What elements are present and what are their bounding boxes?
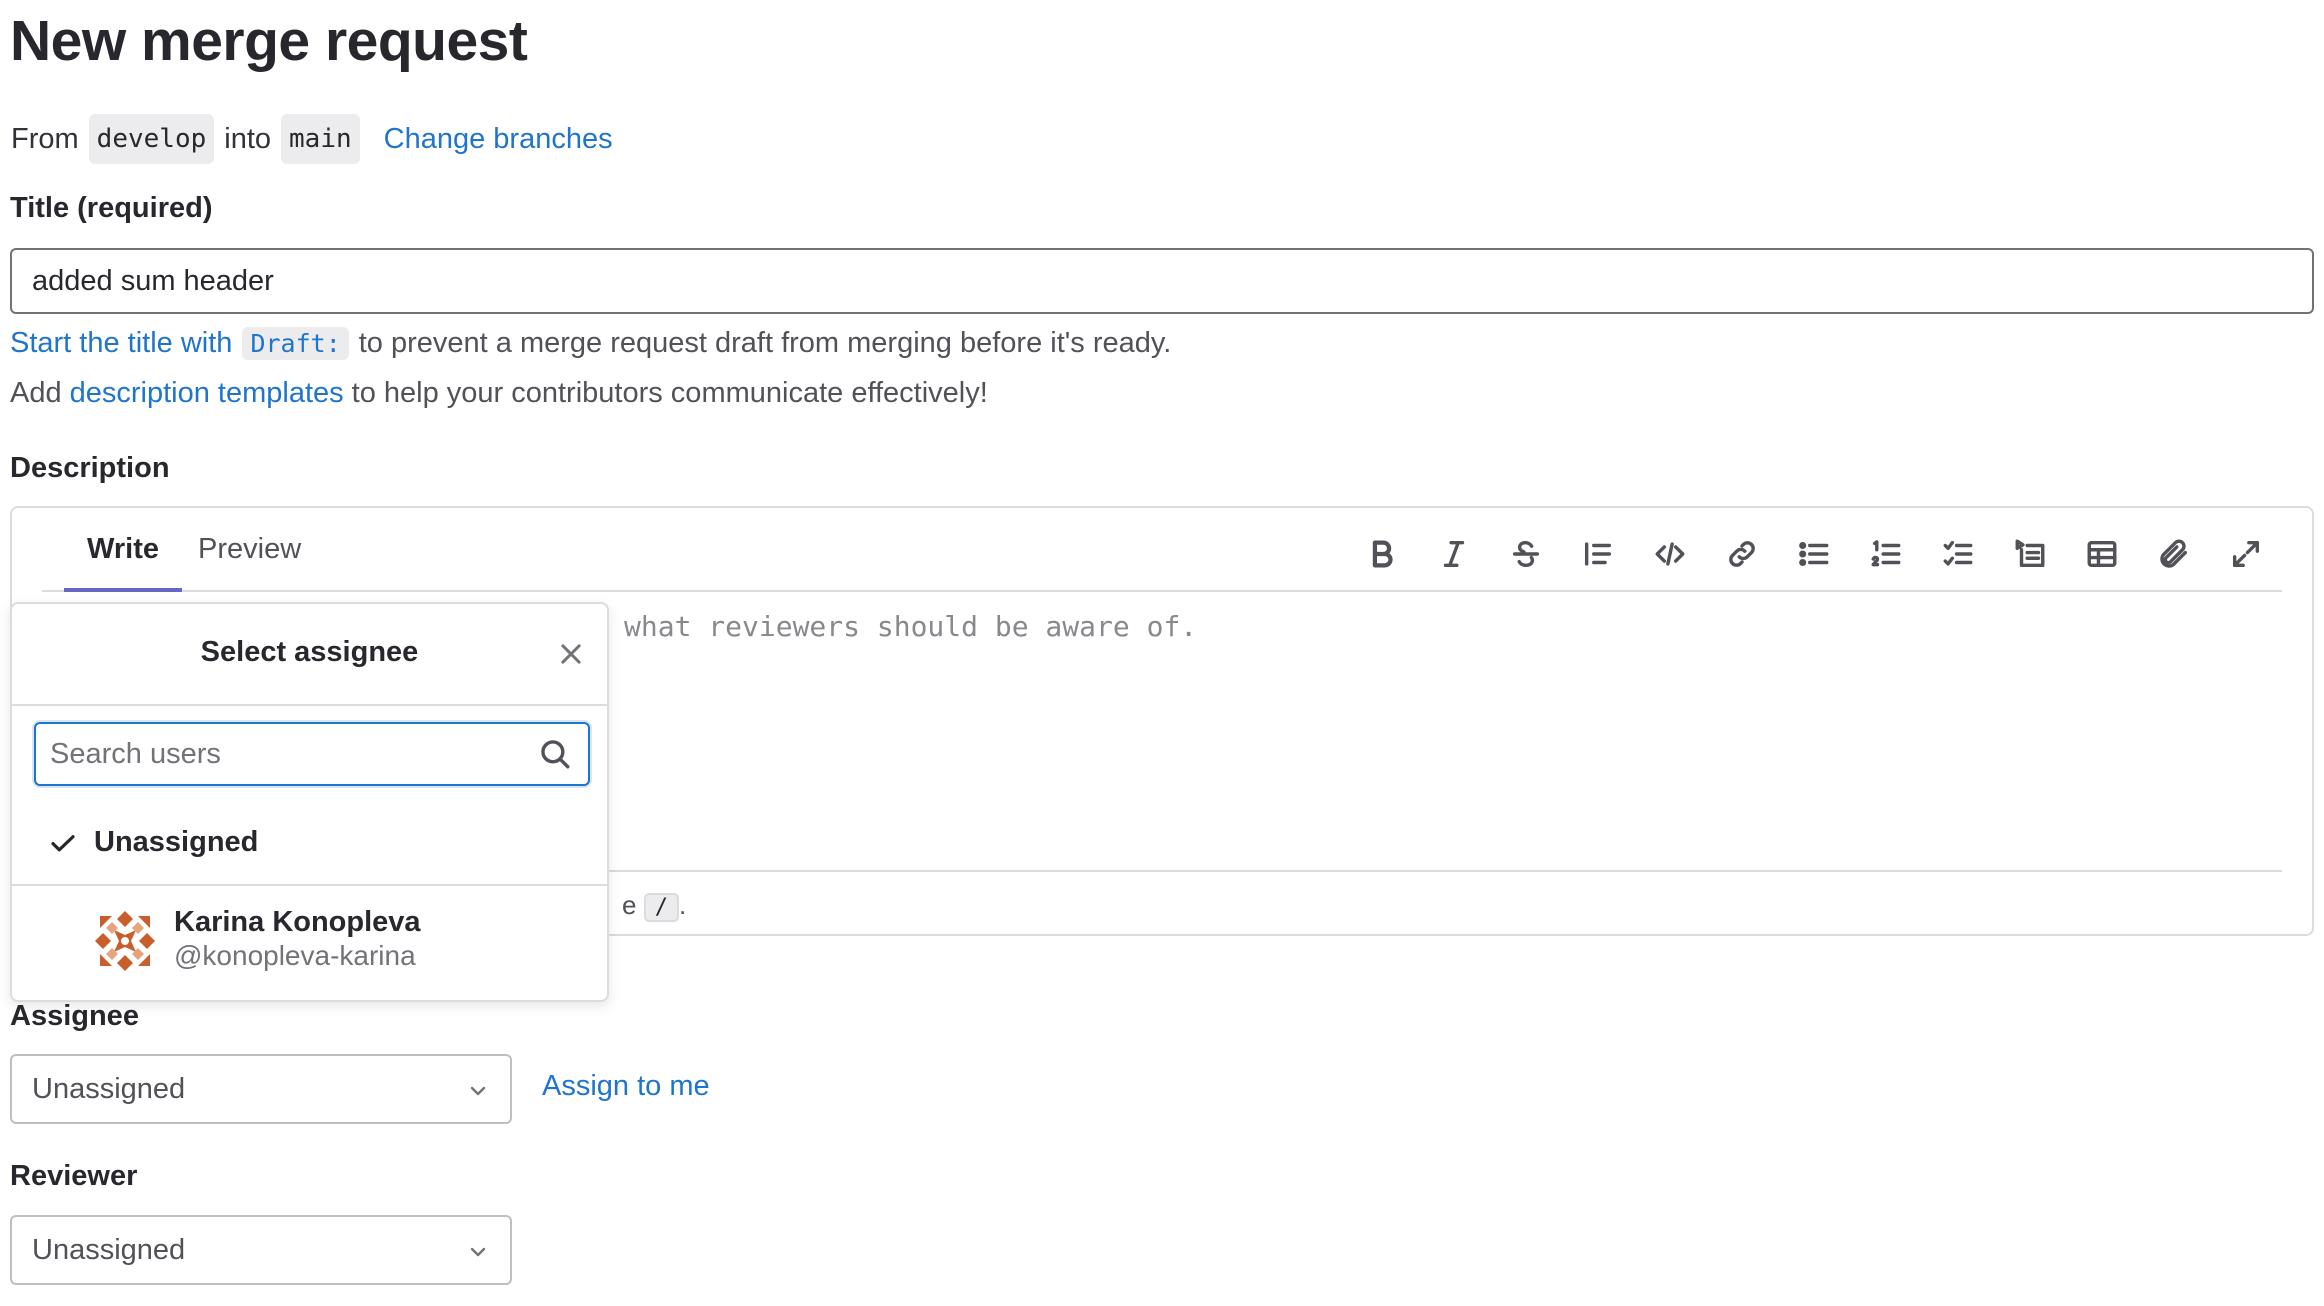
description-textarea[interactable]: what reviewers should be aware of. [624, 610, 1197, 643]
user-name: Karina Konopleva [174, 906, 421, 938]
quote-icon[interactable] [1562, 528, 1634, 580]
user-handle: @konopleva-karina [174, 940, 416, 971]
description-templates-link[interactable]: description templates [70, 377, 344, 410]
target-branch: main [281, 114, 360, 164]
editor-toolbar [1346, 528, 2282, 580]
chevron-down-icon [466, 1078, 490, 1102]
table-icon[interactable] [2066, 528, 2138, 580]
tab-preview[interactable]: Preview [198, 528, 301, 588]
assignee-label: Assignee [10, 1000, 139, 1032]
link-icon[interactable] [1706, 528, 1778, 580]
fullscreen-icon[interactable] [2210, 528, 2282, 580]
collapsible-section-icon[interactable] [1994, 528, 2066, 580]
check-icon [48, 828, 78, 858]
dropdown-user-item[interactable]: Karina Konopleva @konopleva-karina [12, 902, 607, 988]
draft-help-link[interactable]: Start the title with [10, 327, 232, 360]
code-icon[interactable] [1634, 528, 1706, 580]
italic-icon[interactable] [1418, 528, 1490, 580]
assignee-dropdown: Select assignee Unassigned [10, 602, 609, 1002]
tab-write[interactable]: Write [64, 528, 182, 592]
bold-icon[interactable] [1346, 528, 1418, 580]
unassigned-label: Unassigned [94, 826, 259, 858]
dropdown-divider [12, 884, 607, 886]
slash-key: / [643, 893, 679, 922]
close-icon[interactable] [557, 640, 585, 668]
templates-help: Add description templates to help your c… [10, 377, 988, 410]
branch-info: From develop into main Change branches [11, 114, 613, 164]
hint-partial-text: e [622, 890, 637, 920]
reviewer-label: Reviewer [10, 1160, 138, 1192]
task-list-icon[interactable] [1922, 528, 1994, 580]
draft-help-text: to prevent a merge request draft from me… [358, 327, 1172, 359]
into-label: into [224, 123, 272, 155]
hint-end-text: . [678, 890, 687, 920]
dropdown-item-unassigned[interactable]: Unassigned [12, 812, 607, 882]
draft-code: Draft: [242, 327, 349, 360]
description-label: Description [10, 452, 170, 484]
quick-actions-hint: e /. [622, 890, 686, 922]
chevron-down-icon [466, 1239, 490, 1263]
numbered-list-icon[interactable] [1850, 528, 1922, 580]
assign-to-me-link[interactable]: Assign to me [542, 1070, 710, 1103]
editor-header: Write Preview [42, 508, 2282, 592]
templates-suffix: to help your contributors communicate ef… [351, 377, 988, 409]
bulleted-list-icon[interactable] [1778, 528, 1850, 580]
reviewer-select-value: Unassigned [32, 1234, 186, 1266]
reviewer-select[interactable]: Unassigned [10, 1215, 512, 1285]
from-label: From [11, 123, 79, 155]
draft-help: Start the title with Draft: to prevent a… [10, 327, 1171, 360]
search-users-input[interactable] [34, 722, 590, 786]
source-branch: develop [88, 114, 215, 164]
search-icon [538, 737, 572, 771]
attach-file-icon[interactable] [2138, 528, 2210, 580]
strikethrough-icon[interactable] [1490, 528, 1562, 580]
avatar [92, 908, 158, 974]
title-label: Title (required) [10, 192, 213, 224]
assignee-select-value: Unassigned [32, 1073, 186, 1105]
dropdown-title: Select assignee [200, 636, 419, 668]
templates-prefix: Add [10, 377, 62, 409]
dropdown-header: Select assignee [12, 604, 607, 706]
title-input[interactable] [10, 248, 2314, 314]
page-title: New merge request [10, 9, 528, 73]
change-branches-link[interactable]: Change branches [384, 116, 613, 162]
assignee-select[interactable]: Unassigned [10, 1054, 512, 1124]
